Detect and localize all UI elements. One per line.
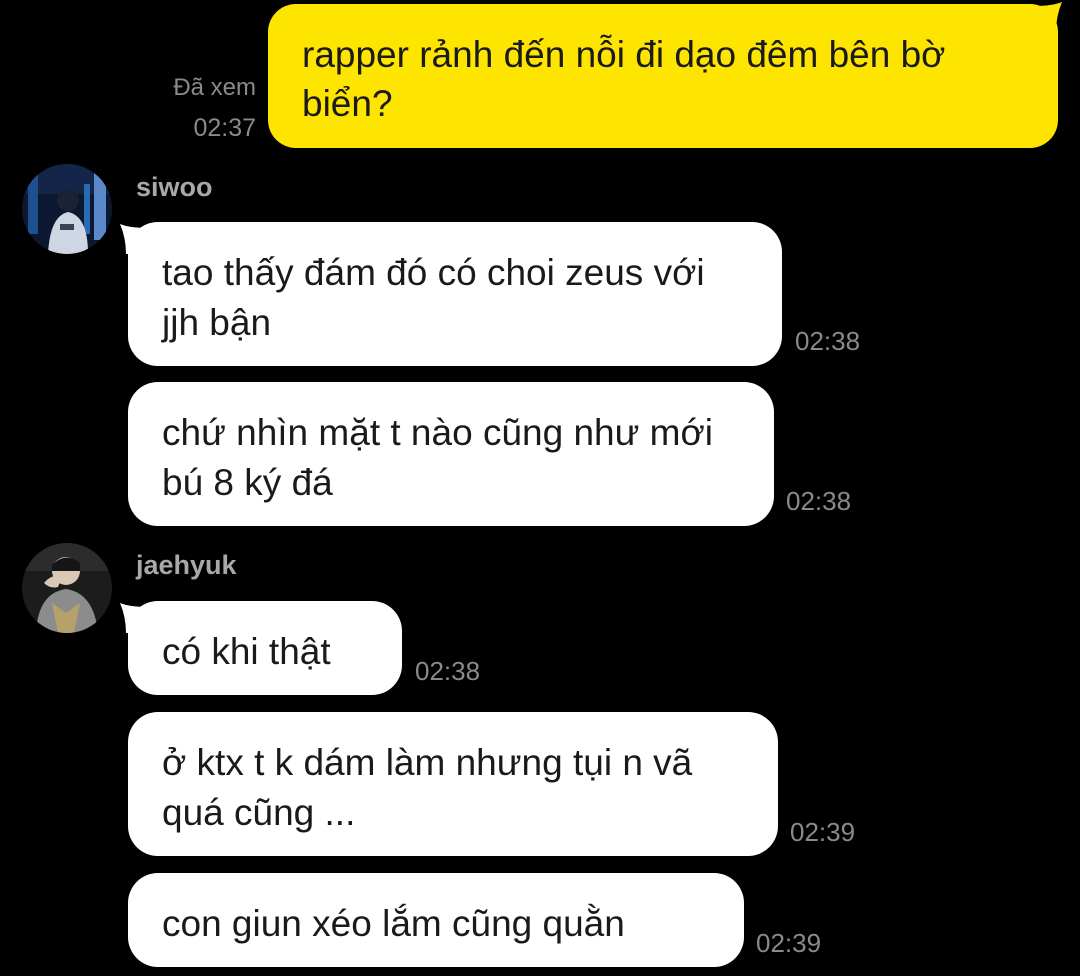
incoming-message-bubble[interactable]: chứ nhìn mặt t nào cũng như mới bú 8 ký … bbox=[128, 382, 774, 526]
message-text: rapper rảnh đến nỗi đi dạo đêm bên bờ bi… bbox=[302, 34, 946, 124]
message-time: 02:38 bbox=[795, 326, 861, 356]
jaehyuk-avatar[interactable] bbox=[22, 543, 112, 633]
outgoing-message-bubble[interactable]: rapper rảnh đến nỗi đi dạo đêm bên bờ bi… bbox=[268, 4, 1058, 148]
message-time: 02:39 bbox=[790, 817, 856, 847]
message-time: 02:37 bbox=[193, 114, 256, 142]
avatar-photo-icon bbox=[22, 164, 112, 254]
message-text: con giun xéo lắm cũng quằn bbox=[162, 903, 625, 944]
message-text: chứ nhìn mặt t nào cũng như mới bú 8 ký … bbox=[162, 412, 713, 503]
incoming-message-bubble[interactable]: con giun xéo lắm cũng quằn bbox=[128, 873, 744, 967]
message-time: 02:38 bbox=[786, 486, 852, 516]
read-status: Đã xem bbox=[173, 74, 256, 101]
sender-name: siwoo bbox=[136, 172, 213, 202]
siwoo-avatar[interactable] bbox=[22, 164, 112, 254]
sender-name: jaehyuk bbox=[136, 550, 237, 580]
avatar-photo-icon bbox=[22, 543, 112, 633]
incoming-message-bubble[interactable]: có khi thật bbox=[128, 601, 402, 695]
message-text: tao thấy đám đó có choi zeus với jjh bận bbox=[162, 252, 705, 343]
message-time: 02:38 bbox=[415, 656, 481, 686]
message-text: ở ktx t k dám làm nhưng tụi n vã quá cũn… bbox=[162, 742, 693, 833]
incoming-message-bubble[interactable]: ở ktx t k dám làm nhưng tụi n vã quá cũn… bbox=[128, 712, 778, 856]
incoming-message-bubble[interactable]: tao thấy đám đó có choi zeus với jjh bận bbox=[128, 222, 782, 366]
message-time: 02:39 bbox=[756, 928, 822, 958]
message-text: có khi thật bbox=[162, 631, 331, 672]
